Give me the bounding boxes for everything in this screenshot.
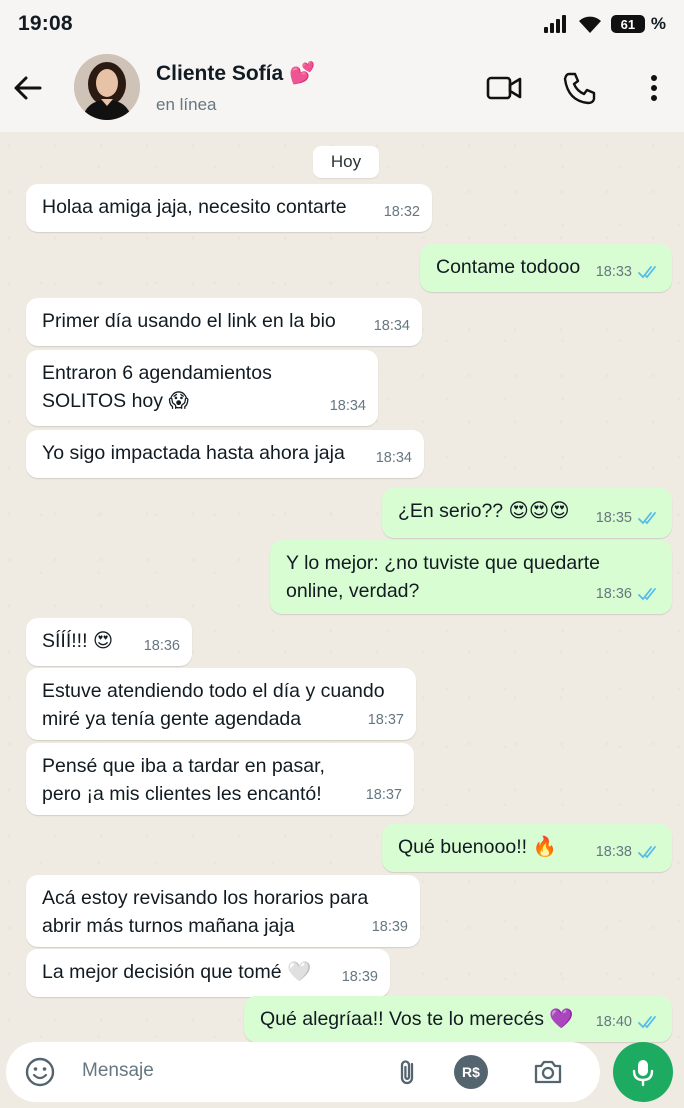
outgoing-message[interactable]: Qué alegríaa!! Vos te lo merecés 💜 18:40 bbox=[244, 996, 672, 1042]
read-ticks-icon bbox=[638, 266, 656, 279]
message-time: 18:33 bbox=[595, 264, 632, 280]
outgoing-message[interactable]: Y lo mejor: ¿no tuviste que quedarte onl… bbox=[270, 540, 672, 614]
message-time: 18:37 bbox=[367, 712, 404, 728]
read-ticks-icon bbox=[638, 1016, 656, 1029]
message-time: 18:39 bbox=[371, 919, 408, 935]
message-text: Yo sigo impactada hasta ahora jaja bbox=[42, 442, 345, 464]
message-meta: 18:39 bbox=[372, 913, 408, 941]
battery-percent-sign: % bbox=[650, 14, 666, 33]
incoming-message[interactable]: Primer día usando el link en la bio 18:34 bbox=[26, 298, 422, 346]
message-meta: 18:32 bbox=[384, 198, 420, 226]
mic-button[interactable] bbox=[613, 1042, 673, 1102]
message-time: 18:38 bbox=[595, 844, 632, 860]
message-meta: 18:37 bbox=[366, 781, 402, 809]
read-ticks-icon bbox=[638, 588, 656, 601]
message-meta: 18:36 bbox=[144, 632, 180, 660]
status-bar: 19:08 61 % bbox=[0, 0, 684, 48]
message-input[interactable]: Mensaje bbox=[82, 1060, 154, 1082]
back-arrow-icon[interactable] bbox=[10, 70, 46, 106]
message-meta: 18:34 bbox=[330, 392, 366, 420]
message-time: 18:40 bbox=[595, 1014, 632, 1030]
message-time: 18:39 bbox=[341, 969, 378, 985]
outgoing-message[interactable]: Contame todooo 18:33 bbox=[420, 244, 672, 292]
incoming-message[interactable]: SÍÍÍ!!! 😍 18:36 bbox=[26, 618, 192, 666]
wifi-icon bbox=[578, 16, 601, 33]
camera-icon[interactable] bbox=[532, 1056, 564, 1088]
status-time: 19:08 bbox=[18, 12, 73, 35]
read-ticks-icon bbox=[638, 512, 656, 525]
message-text: La mejor decisión que tomé 🤍 bbox=[42, 961, 312, 983]
message-time: 18:32 bbox=[383, 204, 420, 220]
message-time: 18:37 bbox=[365, 787, 402, 803]
incoming-message[interactable]: Holaa amiga jaja, necesito contarte 18:32 bbox=[26, 184, 432, 232]
incoming-message[interactable]: La mejor decisión que tomé 🤍 18:39 bbox=[26, 949, 390, 997]
battery-level: 61 bbox=[620, 16, 636, 32]
mic-icon bbox=[632, 1060, 654, 1087]
message-meta: 18:40 bbox=[596, 1008, 660, 1036]
signal-icon bbox=[543, 15, 566, 33]
contact-status: en línea bbox=[156, 95, 217, 114]
day-separator: Hoy bbox=[313, 146, 379, 178]
message-meta: 18:36 bbox=[596, 580, 660, 608]
message-meta: 18:34 bbox=[376, 444, 412, 472]
message-meta: 18:35 bbox=[596, 504, 660, 532]
message-meta: 18:38 bbox=[596, 838, 660, 866]
message-text: Entraron 6 agendamientos SOLITOS hoy 😱 bbox=[42, 362, 272, 412]
status-icons: 61 % bbox=[543, 14, 666, 34]
contact-name[interactable]: Cliente Sofía 💕 bbox=[156, 62, 315, 86]
message-time: 18:35 bbox=[595, 510, 632, 526]
incoming-message[interactable]: Yo sigo impactada hasta ahora jaja 18:34 bbox=[26, 430, 424, 478]
phone-icon[interactable] bbox=[560, 68, 600, 108]
battery-icon: 61 bbox=[610, 15, 645, 33]
incoming-message[interactable]: Acá estoy revisando los horarios para ab… bbox=[26, 875, 420, 947]
incoming-message[interactable]: Pensé que iba a tardar en pasar, pero ¡a… bbox=[26, 743, 414, 815]
message-meta: 18:34 bbox=[374, 312, 410, 340]
more-vert-icon[interactable] bbox=[634, 68, 674, 108]
avatar[interactable] bbox=[74, 54, 140, 120]
read-ticks-icon bbox=[638, 846, 656, 859]
message-meta: 18:37 bbox=[368, 706, 404, 734]
chat-header: Cliente Sofía 💕 en línea bbox=[0, 48, 684, 132]
attach-icon[interactable] bbox=[392, 1056, 424, 1088]
payment-icon[interactable]: R$ bbox=[454, 1055, 488, 1089]
emoji-icon[interactable] bbox=[24, 1056, 56, 1088]
video-call-icon[interactable] bbox=[484, 68, 524, 108]
message-time: 18:34 bbox=[375, 450, 412, 466]
message-composer[interactable]: Mensaje R$ bbox=[6, 1042, 600, 1102]
incoming-message[interactable]: Entraron 6 agendamientos SOLITOS hoy 😱 18… bbox=[26, 350, 378, 426]
message-time: 18:36 bbox=[595, 586, 632, 602]
outgoing-message[interactable]: Qué buenooo!! 🔥 18:38 bbox=[382, 824, 672, 872]
message-meta: 18:39 bbox=[342, 963, 378, 991]
message-time: 18:36 bbox=[143, 638, 180, 654]
message-time: 18:34 bbox=[373, 318, 410, 334]
message-text: Holaa amiga jaja, necesito contarte bbox=[42, 196, 347, 218]
message-time: 18:34 bbox=[329, 398, 366, 414]
payment-label: R$ bbox=[462, 1064, 480, 1080]
message-text: Pensé que iba a tardar en pasar, pero ¡a… bbox=[42, 755, 325, 805]
message-meta: 18:33 bbox=[596, 258, 660, 286]
outgoing-message[interactable]: ¿En serio?? 😍😍😍 18:35 bbox=[382, 488, 672, 538]
message-text: Acá estoy revisando los horarios para ab… bbox=[42, 887, 369, 937]
avatar-photo bbox=[74, 54, 140, 120]
incoming-message[interactable]: Estuve atendiendo todo el día y cuando m… bbox=[26, 668, 416, 740]
message-text: Estuve atendiendo todo el día y cuando m… bbox=[42, 680, 385, 730]
message-text: Primer día usando el link en la bio bbox=[42, 310, 336, 332]
